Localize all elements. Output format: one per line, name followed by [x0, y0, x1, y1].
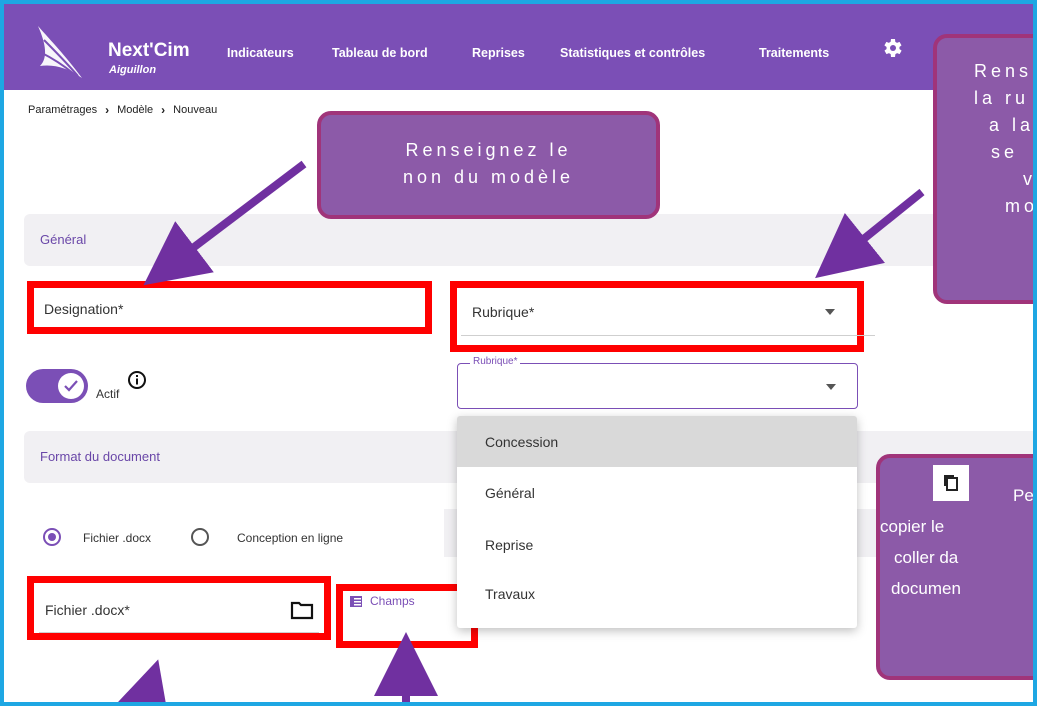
annotation-arrows [109, 160, 925, 702]
arrow-to-fichier [109, 659, 171, 702]
arrow-to-rubrique [815, 188, 925, 279]
arrow-to-designation [143, 160, 307, 286]
screenshot-frame: Next'Cim Aiguillon Indicateurs Tableau d… [0, 0, 1037, 706]
